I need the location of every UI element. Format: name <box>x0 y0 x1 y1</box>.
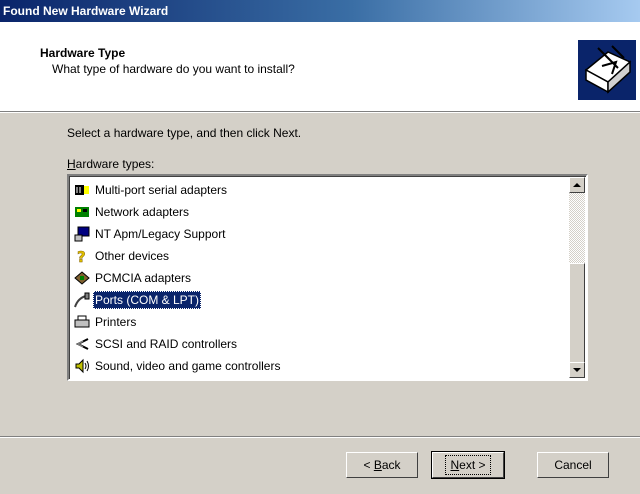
list-item[interactable]: NT Apm/Legacy Support <box>73 223 563 245</box>
pcmcia-icon <box>73 270 91 286</box>
back-button[interactable]: < Back <box>346 452 418 478</box>
list-item[interactable]: Ports (COM & LPT) <box>73 289 563 311</box>
arrow-up-icon <box>573 182 581 187</box>
scroll-up-button[interactable] <box>569 177 585 193</box>
list-item[interactable]: Sound, video and game controllers <box>73 355 563 377</box>
wizard-header: Hardware Type What type of hardware do y… <box>0 22 640 112</box>
scroll-down-button[interactable] <box>569 362 585 378</box>
header-divider <box>0 112 640 113</box>
list-item[interactable]: ? Other devices <box>73 245 563 267</box>
title-bar: Found New Hardware Wizard <box>0 0 640 22</box>
instruction-text: Select a hardware type, and then click N… <box>67 126 302 140</box>
list-item[interactable]: SCSI and RAID controllers <box>73 333 563 355</box>
footer-divider-highlight <box>0 437 640 438</box>
printer-icon <box>73 314 91 330</box>
port-cable-icon <box>73 292 91 308</box>
cancel-button[interactable]: Cancel <box>537 452 609 478</box>
list-item[interactable]: Printers <box>73 311 563 333</box>
list-item[interactable]: Multi-port serial adapters <box>73 179 563 201</box>
window-title: Found New Hardware Wizard <box>3 4 169 18</box>
scsi-icon <box>73 336 91 352</box>
list-item[interactable]: Network adapters <box>73 201 563 223</box>
scroll-thumb[interactable] <box>569 263 585 363</box>
speaker-icon <box>73 358 91 374</box>
hardware-types-label: Hardware types: <box>67 157 155 171</box>
list-item[interactable]: PCMCIA adapters <box>73 267 563 289</box>
computer-icon <box>73 226 91 242</box>
arrow-down-icon <box>573 367 581 372</box>
hardware-wizard-icon <box>578 40 636 100</box>
question-mark-icon: ? <box>73 248 91 264</box>
header-title: Hardware Type <box>40 46 126 60</box>
network-adapter-icon <box>73 204 91 220</box>
serial-adapter-icon <box>73 182 91 198</box>
next-button[interactable]: Next > <box>431 451 505 479</box>
header-subtitle: What type of hardware do you want to ins… <box>52 62 295 76</box>
hardware-types-list[interactable]: Multi-port serial adapters Network adapt… <box>67 174 588 381</box>
list-scrollbar[interactable] <box>569 177 585 378</box>
svg-text:?: ? <box>77 248 86 264</box>
